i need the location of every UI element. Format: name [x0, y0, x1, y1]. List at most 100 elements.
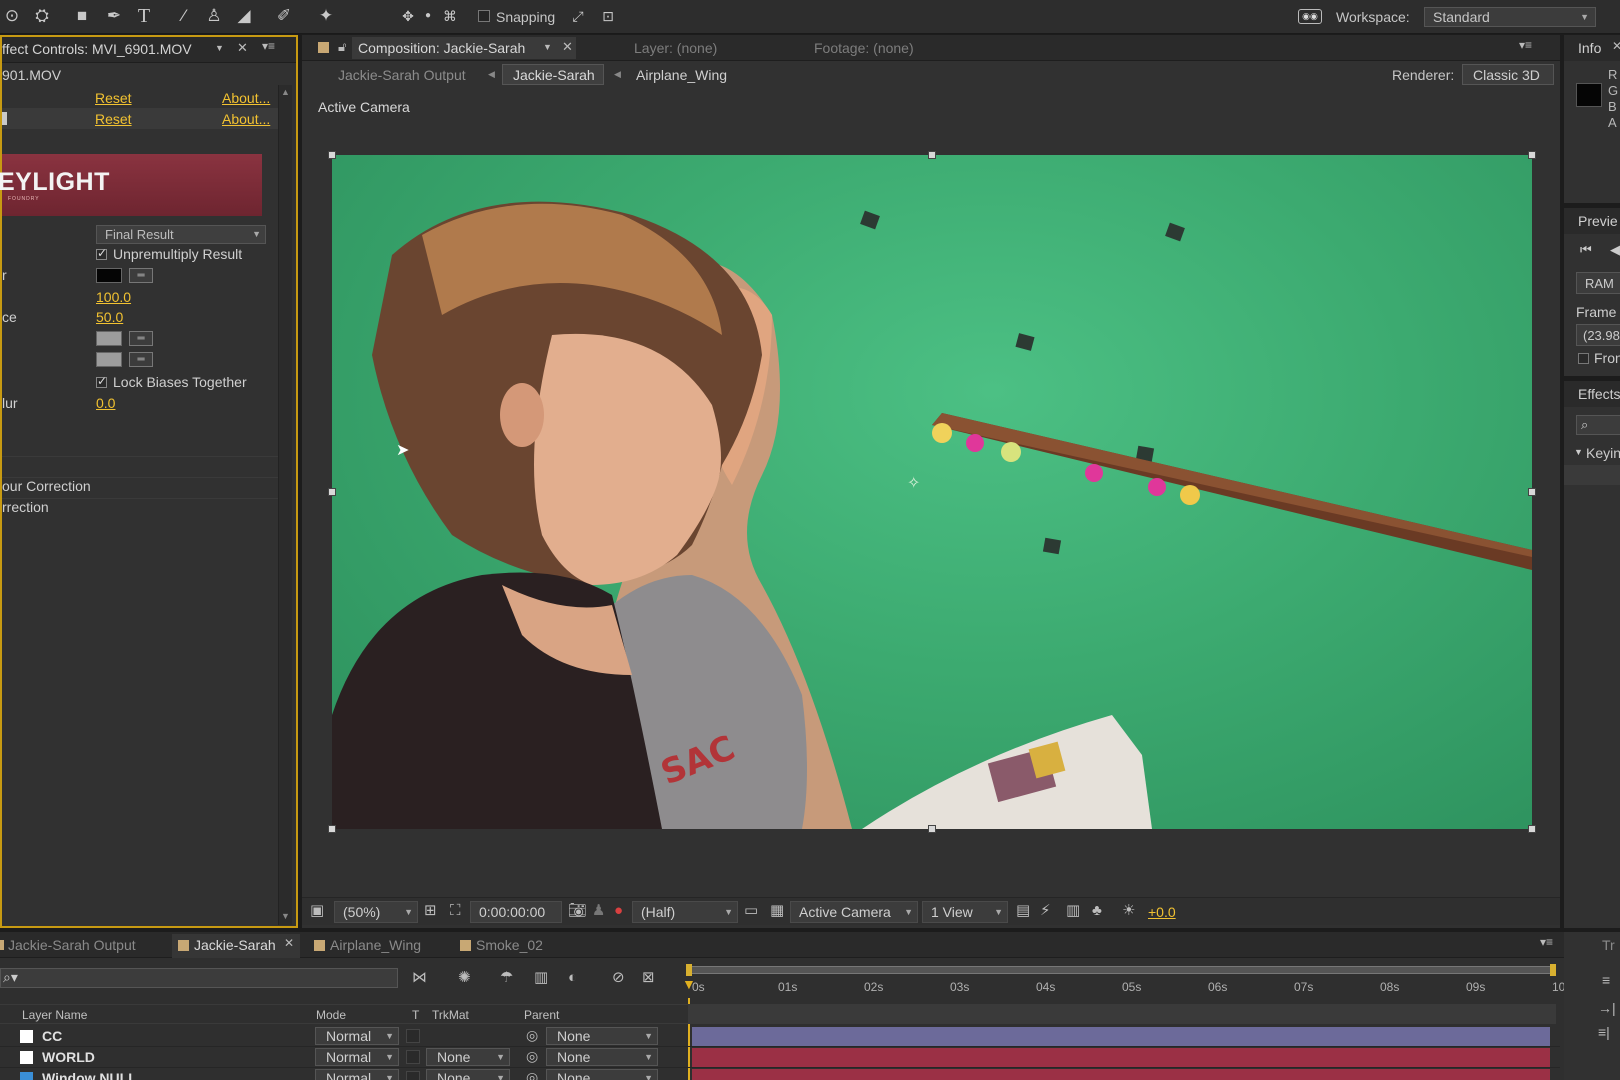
pen-tool-icon[interactable]: ✒: [102, 4, 126, 28]
pickwhip-icon[interactable]: ◎: [526, 1027, 538, 1044]
transform-handle[interactable]: [928, 151, 936, 159]
show-snapshot-icon[interactable]: ♟: [592, 901, 605, 921]
camera-tool-icon[interactable]: ⛭: [30, 4, 54, 28]
breadcrumb-item[interactable]: Jackie-Sarah Output: [338, 67, 466, 83]
magnification-select[interactable]: (50%) ▼: [334, 901, 418, 923]
frame-rate-field[interactable]: (23.98: [1576, 324, 1620, 346]
preserve-transparency-toggle[interactable]: [406, 1071, 420, 1080]
col-trkmat[interactable]: TrkMat: [432, 1008, 469, 1022]
screen-balance-value[interactable]: 50.0: [96, 309, 123, 325]
layer-label-color[interactable]: [20, 1030, 33, 1043]
transform-handle[interactable]: [928, 825, 936, 833]
preserve-transparency-toggle[interactable]: [406, 1050, 420, 1064]
layer-name[interactable]: CC: [42, 1028, 62, 1044]
timeline-search-field[interactable]: ⌕▾: [0, 968, 398, 988]
effect-controls-scrollbar[interactable]: ▲ ▼: [278, 85, 292, 925]
scroll-down-icon[interactable]: ▼: [281, 911, 290, 921]
composition-viewer[interactable]: SAC ➤ ✧: [332, 155, 1532, 829]
mask-visibility-icon[interactable]: ⛶: [450, 901, 461, 921]
transform-handle[interactable]: [328, 825, 336, 833]
screen-gain-value[interactable]: 100.0: [96, 289, 131, 305]
work-area-start-icon[interactable]: [686, 964, 692, 976]
timeline-tab[interactable]: Smoke_02: [476, 937, 543, 953]
breadcrumb-item[interactable]: Airplane_Wing: [636, 67, 727, 83]
panel-menu-icon[interactable]: ▾≡: [262, 39, 275, 53]
effects-title[interactable]: Effects: [1578, 386, 1620, 402]
keying-item-selected[interactable]: [1564, 465, 1620, 485]
renderer-button[interactable]: Classic 3D: [1462, 64, 1554, 85]
layer-mode-select[interactable]: Normal ▼: [315, 1048, 399, 1066]
type-tool-icon[interactable]: T: [132, 4, 156, 28]
despill-bias-swatch[interactable]: [96, 331, 122, 346]
workspace-select[interactable]: Standard ▼: [1424, 7, 1596, 27]
lock-biases-checkbox-row[interactable]: Lock Biases Together: [96, 374, 247, 390]
playhead-icon[interactable]: ▼: [682, 976, 696, 992]
resolution-select[interactable]: (Half) ▼: [632, 901, 738, 923]
snapping-checkbox[interactable]: [478, 10, 490, 22]
snapshot-camera-icon[interactable]: 📷︎: [568, 901, 587, 921]
previous-frame-icon[interactable]: ◀: [1610, 242, 1620, 258]
layer-label-color[interactable]: [20, 1051, 33, 1064]
timeline-icon[interactable]: ▥: [1066, 901, 1080, 921]
unpremultiply-checkbox-row[interactable]: Unpremultiply Result: [96, 246, 242, 262]
transform-handle[interactable]: [1528, 825, 1536, 833]
screen-colour-swatch[interactable]: [96, 268, 122, 283]
chevron-down-icon[interactable]: ▼: [215, 43, 224, 53]
transform-handle[interactable]: [1528, 488, 1536, 496]
from-current-checkbox[interactable]: [1578, 353, 1589, 364]
always-preview-icon[interactable]: ▣: [310, 901, 324, 921]
eyedropper-icon[interactable]: ═: [129, 352, 153, 367]
layer-parent-select[interactable]: None ▼: [546, 1069, 658, 1080]
col-mode[interactable]: Mode: [316, 1008, 346, 1022]
snap-features-icon[interactable]: ⊡: [596, 4, 620, 28]
layer-row[interactable]: CC Normal ▼ ◎ None ▼: [0, 1026, 1560, 1047]
view-layout-select[interactable]: 1 View ▼: [922, 901, 1008, 923]
motion-blur-icon[interactable]: ◐: [568, 968, 577, 988]
indent-icon[interactable]: →|: [1598, 1000, 1616, 1016]
region-of-interest-icon[interactable]: ▭: [744, 901, 758, 921]
breadcrumb-current[interactable]: Jackie-Sarah: [502, 64, 604, 85]
transform-handle[interactable]: [328, 488, 336, 496]
rectangle-tool-icon[interactable]: ■: [70, 4, 94, 28]
unpremultiply-checkbox[interactable]: [96, 246, 107, 260]
camera-view-select[interactable]: Active Camera ▼: [790, 901, 918, 923]
layer-mode-select[interactable]: Normal ▼: [315, 1027, 399, 1045]
alpha-bias-swatch[interactable]: [96, 352, 122, 367]
layer-name[interactable]: WORLD: [42, 1049, 95, 1065]
pickwhip-icon[interactable]: ◎: [526, 1048, 538, 1065]
transform-handle[interactable]: [328, 151, 336, 159]
layer-trkmat-select[interactable]: None ▼: [426, 1048, 510, 1066]
eraser-tool-icon[interactable]: ◢: [232, 4, 256, 28]
edge-colour-correction-group[interactable]: rrection: [2, 499, 49, 515]
layer-parent-select[interactable]: None ▼: [546, 1027, 658, 1045]
clone-stamp-tool-icon[interactable]: ♙: [202, 4, 226, 28]
world-axis-mode-icon[interactable]: ●: [416, 4, 440, 28]
grid-guides-icon[interactable]: ⊞: [424, 901, 437, 921]
layer-duration-bar[interactable]: [692, 1069, 1550, 1080]
col-parent[interactable]: Parent: [524, 1008, 559, 1022]
flowchart-icon[interactable]: ♣: [1092, 901, 1102, 921]
eyedropper-icon[interactable]: ═: [129, 268, 153, 283]
close-icon[interactable]: ✕: [562, 39, 573, 55]
work-area-end-icon[interactable]: [1550, 964, 1556, 976]
work-area-bar[interactable]: [688, 966, 1556, 974]
expand-arrow-icon[interactable]: ▼: [1574, 447, 1583, 457]
first-frame-icon[interactable]: ⏮︎: [1580, 242, 1592, 258]
about-link[interactable]: About...: [222, 90, 270, 106]
effect-controls-tab[interactable]: ffect Controls: MVI_6901.MOV: [2, 41, 192, 57]
col-layer-name[interactable]: Layer Name: [22, 1008, 87, 1022]
tracker-title[interactable]: Tr: [1602, 937, 1615, 953]
view-select[interactable]: Final Result ▼: [96, 225, 266, 244]
brush-tool-icon[interactable]: ⁄: [172, 4, 196, 28]
layer-duration-bar[interactable]: [692, 1027, 1550, 1046]
layer-name[interactable]: Window NULL: [42, 1070, 137, 1080]
close-icon[interactable]: ✕: [1612, 39, 1620, 53]
about-link[interactable]: About...: [222, 111, 270, 127]
exposure-value[interactable]: +0.0: [1148, 904, 1176, 920]
transform-handle[interactable]: [1528, 151, 1536, 159]
lock-icon[interactable]: 🔓︎: [338, 39, 346, 55]
preserve-transparency-toggle[interactable]: [406, 1029, 420, 1043]
draft-3d-icon[interactable]: ✺: [458, 968, 471, 988]
fast-previews-icon[interactable]: ⚡︎: [1040, 901, 1051, 921]
reset-link[interactable]: Reset: [95, 111, 132, 127]
